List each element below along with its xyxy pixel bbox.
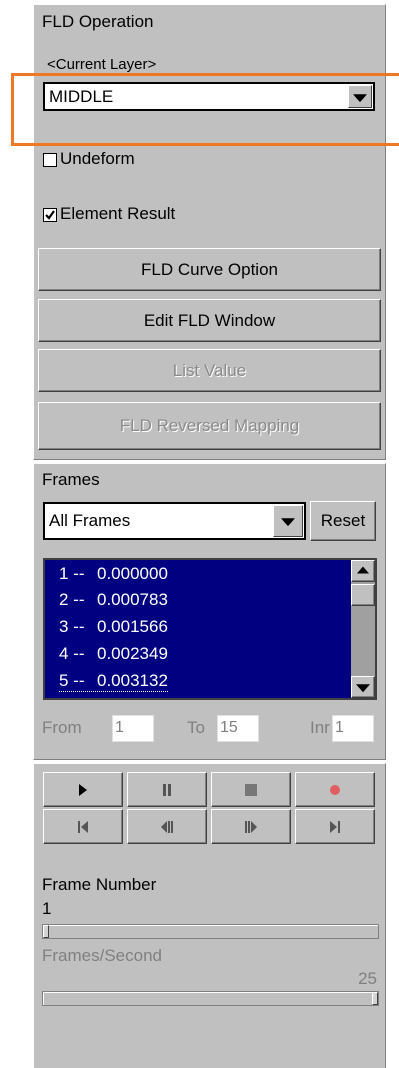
list-value-button[interactable]: List Value [38,349,381,392]
record-button[interactable] [295,772,375,807]
current-layer-label: <Current Layer> [47,56,157,73]
to-input[interactable]: 15 [217,715,259,742]
frames-title: Frames [42,470,100,489]
checkmark-icon [45,210,55,220]
pause-button[interactable] [127,772,207,807]
first-frame-button[interactable] [43,809,123,844]
arrow-up-icon [357,566,369,574]
frames-select[interactable]: All Frames [43,502,306,540]
scroll-up-button[interactable] [351,560,375,582]
element-result-checkbox[interactable] [43,208,57,222]
list-item[interactable]: 5 -- 0.003132 [59,671,168,692]
fps-value: 25 [358,969,377,988]
scroll-down-button[interactable] [351,676,375,698]
fld-operation-title: FLD Operation [42,12,154,31]
scroll-thumb[interactable] [351,584,375,606]
playback-panel: Frame Number 1 Frames/Second 25 [33,763,386,1068]
frames-panel: Frames All Frames Reset 1 -- 0.000000 2 -… [33,463,386,760]
from-input[interactable]: 1 [112,715,154,742]
fps-slider-thumb[interactable] [372,992,378,1005]
frame-number-label: Frame Number [42,875,157,894]
list-item[interactable]: 1 -- 0.000000 [59,564,168,584]
frames-select-value: All Frames [49,511,131,530]
fld-reversed-mapping-button[interactable]: FLD Reversed Mapping [38,402,381,450]
undeform-checkbox[interactable] [43,153,57,167]
frame-number-slider[interactable] [42,924,379,939]
to-label: To [187,718,205,737]
frame-number-slider-thumb[interactable] [43,925,49,938]
stop-button[interactable] [211,772,291,807]
fps-label: Frames/Second [42,946,162,965]
frame-number-value: 1 [42,899,52,918]
inr-input[interactable]: 1 [332,715,374,742]
first-frame-icon [78,820,88,833]
step-forward-icon [245,820,257,833]
step-back-button[interactable] [127,809,207,844]
frames-dropdown-button[interactable] [273,505,303,537]
fps-slider[interactable] [42,991,379,1006]
list-item[interactable]: 2 -- 0.000783 [59,590,168,610]
undeform-label: Undeform [60,149,135,168]
list-item[interactable]: 3 -- 0.001566 [59,617,168,637]
highlight-box [11,73,399,146]
step-back-icon [161,820,173,833]
element-result-label: Element Result [60,204,176,223]
chevron-down-icon [281,518,295,527]
reset-button[interactable]: Reset [310,501,376,541]
frames-list[interactable]: 1 -- 0.000000 2 -- 0.000783 3 -- 0.001566 4… [43,558,377,700]
step-forward-button[interactable] [211,809,291,844]
fld-curve-option-button[interactable]: FLD Curve Option [38,248,381,291]
edit-fld-window-button[interactable]: Edit FLD Window [38,299,381,342]
frames-list-scrollbar[interactable] [351,560,375,698]
play-icon [79,783,87,796]
pause-icon [163,783,171,796]
list-item[interactable]: 4 -- 0.002349 [59,644,168,664]
stop-icon [245,783,257,796]
inr-label: Inr [310,718,330,737]
record-icon [330,784,340,795]
arrow-down-icon [356,684,370,693]
last-frame-button[interactable] [295,809,375,844]
from-label: From [42,718,82,737]
last-frame-icon [330,820,340,833]
play-button[interactable] [43,772,123,807]
